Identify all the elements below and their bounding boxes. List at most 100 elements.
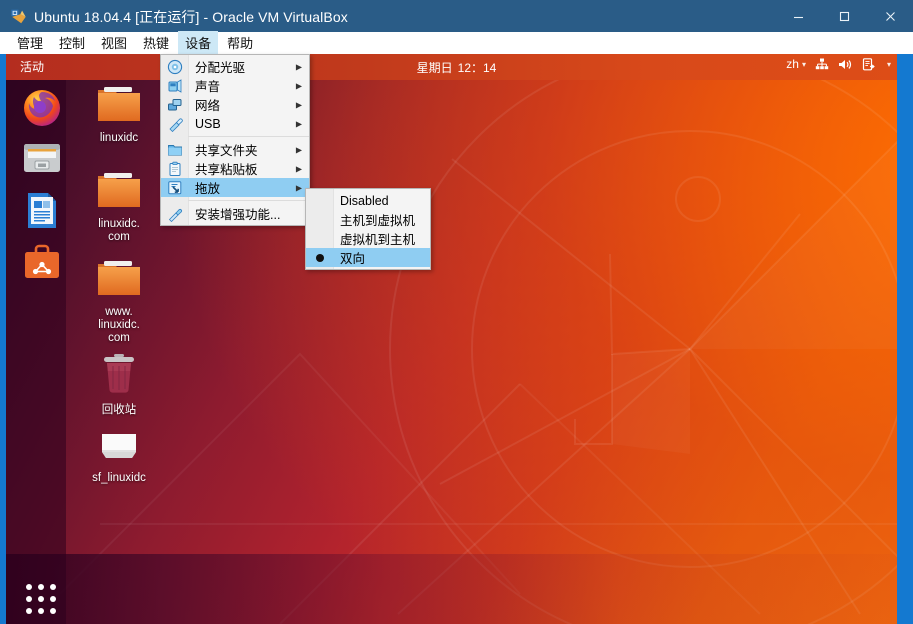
power-icon[interactable] xyxy=(862,57,875,71)
menu-view[interactable]: 视图 xyxy=(94,31,134,55)
desktop-icon-trash[interactable]: 回收站 xyxy=(73,352,165,417)
firefox-icon[interactable] xyxy=(20,86,64,130)
keyboard-layout-label: zh xyxy=(786,57,799,71)
folder-icon xyxy=(98,173,140,207)
desktop-icon-label: sf_linuxidc xyxy=(92,472,146,484)
menu-item-label: 安装增强功能... xyxy=(195,208,281,222)
system-menu-chevron-icon[interactable]: ▾ xyxy=(887,60,891,69)
menu-item-label: 网络 xyxy=(195,99,221,113)
drag-drop-icon xyxy=(167,180,181,194)
folder-icon xyxy=(98,261,140,295)
radio-selected-icon xyxy=(306,248,333,267)
submenu-arrow-icon: ▶ xyxy=(295,145,302,154)
maximize-button[interactable] xyxy=(821,0,867,32)
desktop-icon-label: 回收站 xyxy=(101,404,137,416)
shared-clipboard-icon xyxy=(169,161,180,176)
menu-item-label: 共享文件夹 xyxy=(195,144,258,158)
panel-clock[interactable]: 星期日 12：14 xyxy=(0,59,913,76)
menubar: 管理 控制 视图 热键 设备 帮助 xyxy=(0,31,913,55)
menu-item-icon-wrap xyxy=(161,57,188,76)
network-icon[interactable] xyxy=(815,58,829,71)
submenu-item-虚拟机到主机[interactable]: 虚拟机到主机 xyxy=(306,229,430,248)
submenu-arrow-icon: ▶ xyxy=(295,62,302,71)
submenu-item-label: Disabled xyxy=(340,193,389,208)
menu-item-共享文件夹[interactable]: 共享文件夹 ▶ xyxy=(161,140,309,159)
window-title: Ubuntu 18.04.4 [正在运行] - Oracle VM Virtua… xyxy=(34,9,348,25)
menu-item-icon-wrap xyxy=(161,114,188,133)
minimize-button[interactable] xyxy=(775,0,821,32)
libreoffice-writer-icon[interactable] xyxy=(20,188,64,232)
menu-item-安装增强功能...[interactable]: 安装增强功能... xyxy=(161,204,309,223)
submenu-arrow-icon: ▶ xyxy=(295,183,302,192)
submenu-item-主机到虚拟机[interactable]: 主机到虚拟机 xyxy=(306,210,430,229)
ubuntu-dock xyxy=(6,80,66,624)
menu-item-共享粘贴板[interactable]: 共享粘贴板 ▶ xyxy=(161,159,309,178)
desktop-icon-linuxidc[interactable]: linuxidc xyxy=(73,84,165,145)
menu-item-label: 共享粘贴板 xyxy=(195,163,258,177)
menu-help[interactable]: 帮助 xyxy=(220,31,260,55)
volume-icon[interactable] xyxy=(838,58,853,71)
submenu-item-Disabled[interactable]: Disabled xyxy=(306,191,430,210)
menu-item-icon-wrap xyxy=(161,159,188,178)
audio-icon xyxy=(168,78,181,93)
menu-item-USB[interactable]: USB ▶ xyxy=(161,114,309,133)
close-button[interactable] xyxy=(867,0,913,32)
submenu-item-label: 双向 xyxy=(340,252,366,266)
submenu-arrow-icon: ▶ xyxy=(295,164,302,173)
menu-item-label: USB xyxy=(195,116,221,131)
menu-item-分配光驱[interactable]: 分配光驱 ▶ xyxy=(161,57,309,76)
keyboard-layout-indicator[interactable]: zh ▾ xyxy=(786,57,806,71)
menu-devices[interactable]: 设备 xyxy=(178,31,219,55)
show-applications-icon[interactable] xyxy=(26,584,58,616)
menu-item-拖放[interactable]: 拖放 ▶ xyxy=(161,178,309,197)
submenu-item-双向[interactable]: 双向 xyxy=(306,248,430,267)
menu-item-label: 声音 xyxy=(195,80,221,94)
virtualbox-icon xyxy=(11,9,26,24)
submenu-arrow-icon: ▶ xyxy=(295,119,302,128)
vm-border-right xyxy=(897,54,913,624)
window-titlebar: Ubuntu 18.04.4 [正在运行] - Oracle VM Virtua… xyxy=(0,0,913,32)
menu-item-网络[interactable]: 网络 ▶ xyxy=(161,95,309,114)
menu-control[interactable]: 控制 xyxy=(52,31,92,55)
menu-item-icon-wrap xyxy=(161,178,188,197)
network-icon xyxy=(167,98,181,110)
clock-weekday: 星期日 xyxy=(416,61,453,75)
ubuntu-software-icon[interactable] xyxy=(20,240,64,284)
thunderbird-icon[interactable] xyxy=(20,136,64,180)
desktop-icon-label: linuxidc xyxy=(99,132,139,144)
radio-empty-icon xyxy=(306,210,333,229)
menu-item-icon-wrap xyxy=(161,140,188,159)
trash-icon xyxy=(104,354,134,393)
dragdrop-submenu: Disabled 主机到虚拟机 虚拟机到主机 双向 xyxy=(305,188,431,270)
menu-separator xyxy=(188,200,309,201)
folder-icon xyxy=(98,87,140,121)
menu-hotkey[interactable]: 热键 xyxy=(136,31,176,55)
menu-item-icon-wrap xyxy=(161,76,188,95)
menu-item-icon-wrap xyxy=(161,204,188,223)
usb-icon xyxy=(168,117,183,132)
desktop-icon-www-linuxidc-com[interactable]: www. linuxidc. com xyxy=(73,258,165,345)
window-controls xyxy=(775,0,913,32)
guest-additions-icon xyxy=(168,208,182,222)
optical-disc-icon xyxy=(167,59,182,74)
menu-manage[interactable]: 管理 xyxy=(10,31,50,55)
clock-time: 12：14 xyxy=(457,61,497,75)
shared-folder-icon xyxy=(167,144,182,155)
menu-separator xyxy=(188,136,309,137)
menu-item-声音[interactable]: 声音 ▶ xyxy=(161,76,309,95)
submenu-item-label: 虚拟机到主机 xyxy=(340,233,416,247)
desktop-icon-label: linuxidc. com xyxy=(98,218,140,243)
drive-icon xyxy=(102,434,136,458)
menu-item-icon-wrap xyxy=(161,95,188,114)
desktop-icon-sf-linuxidc[interactable]: sf_linuxidc xyxy=(73,428,165,485)
radio-empty-icon xyxy=(306,229,333,248)
desktop-icon-linuxidc-com[interactable]: linuxidc. com xyxy=(73,170,165,244)
devices-dropdown-menu: 分配光驱 ▶ 声音 ▶ 网络 ▶ USB ▶ 共享文件夹 ▶ 共享粘贴板 ▶ 拖放 ▶ 安装增强功能... xyxy=(160,54,310,226)
wallpaper-bottom-shade xyxy=(0,554,913,624)
radio-dot xyxy=(315,253,324,262)
submenu-arrow-icon: ▶ xyxy=(295,81,302,90)
menu-item-label: 分配光驱 xyxy=(195,61,246,75)
radio-empty-icon xyxy=(306,191,333,210)
submenu-item-label: 主机到虚拟机 xyxy=(340,214,416,228)
desktop-icon-label: www. linuxidc. com xyxy=(98,306,140,344)
